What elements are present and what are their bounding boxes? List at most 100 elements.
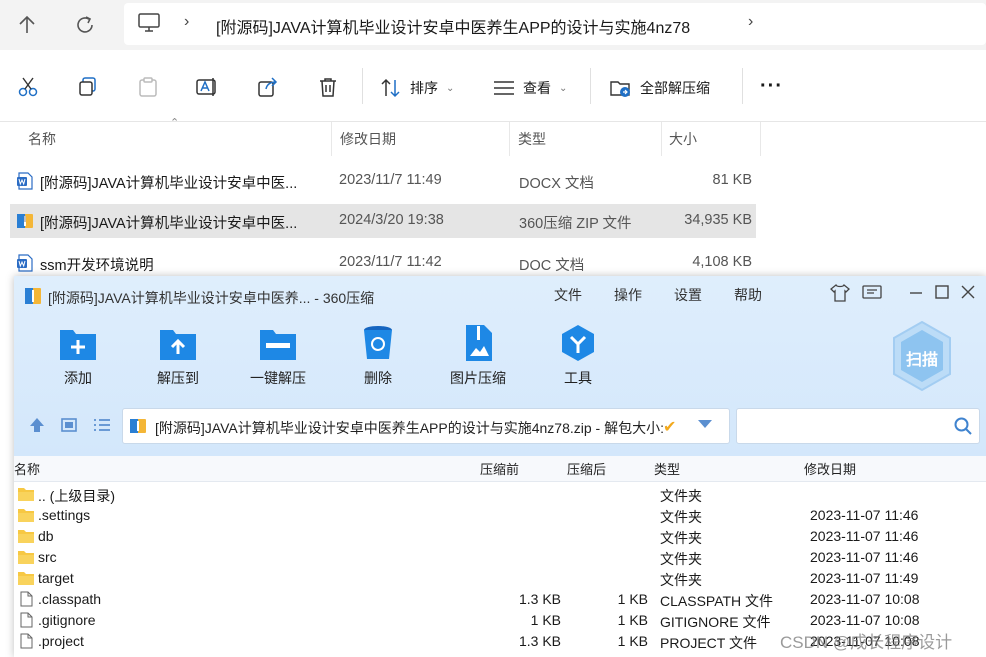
entry-type: CLASSPATH 文件 [660, 593, 774, 609]
minimize-icon[interactable] [908, 284, 924, 305]
extract-to-label: 解压到 [157, 370, 199, 386]
column-header-type[interactable]: 类型 [518, 122, 546, 156]
quick-extract-label: 一键解压 [250, 370, 306, 386]
zip-app-logo-icon [25, 288, 41, 304]
up-level-icon[interactable] [28, 416, 46, 437]
archive-column-type[interactable]: 类型 [654, 458, 680, 482]
recycle-bin-icon [364, 326, 392, 359]
entry-name: .gitignore [38, 612, 96, 628]
toolbar-divider [742, 68, 743, 104]
folder-icon [18, 530, 34, 543]
list-view-icon[interactable] [92, 416, 112, 437]
archive-entry-row[interactable]: src 文件夹 2023-11-07 11:46 [14, 547, 986, 568]
entry-name: .settings [38, 507, 91, 523]
menu-file[interactable]: 文件 [554, 285, 582, 305]
column-header-name[interactable]: 名称 [28, 122, 56, 156]
archive-entry-row[interactable]: .. (上级目录) 文件夹 [14, 484, 986, 505]
file-row[interactable]: [附源码]JAVA计算机毕业设计安卓中医... 2023/11/7 11:49 … [10, 164, 756, 198]
entry-name: .. (上级目录) [38, 488, 115, 504]
extract-all-button[interactable]: 全部解压缩 [610, 76, 710, 100]
view-icon [494, 81, 514, 95]
close-icon[interactable] [960, 284, 976, 305]
file-row[interactable]: ssm开发环境说明 2023/11/7 11:42 DOC 文档 4,108 K… [10, 246, 756, 280]
file-modified: 2023/11/7 11:42 [339, 254, 442, 270]
quick-extract-icon [260, 330, 296, 360]
refresh-icon[interactable] [72, 12, 98, 38]
more-options-icon[interactable]: ··· [760, 76, 783, 96]
menu-help[interactable]: 帮助 [734, 285, 762, 305]
add-icon [60, 330, 96, 360]
column-divider[interactable] [509, 122, 510, 156]
archive-column-before[interactable]: 压缩前 [480, 458, 519, 482]
search-icon[interactable] [953, 416, 973, 436]
skin-shirt-icon[interactable] [830, 283, 850, 307]
cut-icon[interactable] [17, 76, 39, 98]
file-row-selected[interactable]: [附源码]JAVA计算机毕业设计安卓中医... 2024/3/20 19:38 … [10, 204, 756, 238]
menu-operation[interactable]: 操作 [614, 285, 642, 305]
scan-button[interactable]: 扫描 [890, 320, 954, 392]
entry-modified: 2023-11-07 11:46 [810, 507, 919, 523]
column-header-size[interactable]: 大小 [669, 122, 697, 156]
sort-label: 排序 [410, 80, 438, 96]
file-type: 360压缩 ZIP 文件 [519, 216, 632, 232]
address-field[interactable]: › [附源码]JAVA计算机毕业设计安卓中医养生APP的设计与实施4nz78 › [124, 3, 986, 45]
archive-column-after[interactable]: 压缩后 [567, 458, 606, 482]
rename-icon[interactable] [196, 76, 218, 98]
entry-name: target [38, 570, 74, 586]
delete-icon[interactable] [317, 76, 339, 98]
archive-entry-row[interactable]: db 文件夹 2023-11-07 11:46 [14, 526, 986, 547]
column-divider[interactable] [760, 122, 761, 156]
file-name: ssm开发环境说明 [40, 258, 154, 274]
word-document-icon [17, 172, 33, 190]
extract-folder-icon [610, 81, 630, 97]
view-button[interactable]: 查看 ⌄ [493, 76, 567, 100]
file-icon [20, 591, 33, 607]
archive-column-name[interactable]: 名称 [14, 458, 40, 482]
folder-icon [18, 488, 34, 501]
entry-type: 文件夹 [660, 488, 702, 504]
archive-search-input[interactable] [736, 408, 980, 444]
archive-column-modified[interactable]: 修改日期 [804, 458, 856, 482]
image-compress-button[interactable]: 图片压缩 [438, 324, 518, 388]
sort-button[interactable]: 排序 ⌄ [380, 76, 454, 100]
entry-name: .classpath [38, 591, 102, 607]
tools-button[interactable]: 工具 [538, 324, 618, 388]
up-arrow-icon[interactable] [14, 12, 40, 38]
archive-entry-row[interactable]: target 文件夹 2023-11-07 11:49 [14, 568, 986, 589]
archive-path-field[interactable]: [附源码]JAVA计算机毕业设计安卓中医养生APP的设计与实施4nz78.zip… [122, 408, 730, 444]
entry-modified: 2023-11-07 10:08 [810, 612, 920, 628]
zip-window-title: [附源码]JAVA计算机毕业设计安卓中医养... - 360压缩 [48, 290, 375, 306]
folder-icon [18, 509, 34, 522]
sort-ascending-icon: ⌃ [170, 117, 180, 129]
entry-name: db [38, 528, 54, 544]
thumbnail-view-icon[interactable] [60, 416, 78, 437]
paste-icon[interactable] [137, 76, 159, 98]
vip-badge-icon[interactable]: ✔ [663, 417, 676, 437]
menu-settings[interactable]: 设置 [674, 285, 702, 305]
sort-icon [381, 78, 400, 98]
share-icon[interactable] [257, 76, 279, 98]
quick-extract-button[interactable]: 一键解压 [238, 324, 318, 388]
entry-modified: 2023-11-07 11:46 [810, 528, 919, 544]
archive-entry-row[interactable]: .classpath 1.3 KB 1 KB CLASSPATH 文件 2023… [14, 589, 986, 610]
column-divider[interactable] [331, 122, 332, 156]
breadcrumb-chevron-icon[interactable]: › [748, 13, 753, 31]
delete-button[interactable]: 删除 [338, 324, 418, 388]
toolbar-divider [590, 68, 591, 104]
entry-type: 文件夹 [660, 530, 702, 546]
extract-all-label: 全部解压缩 [640, 80, 710, 96]
column-divider[interactable] [661, 122, 662, 156]
breadcrumb-current[interactable]: [附源码]JAVA计算机毕业设计安卓中医养生APP的设计与实施4nz78 [216, 14, 690, 38]
zip-window-header: [附源码]JAVA计算机毕业设计安卓中医养... - 360压缩 文件 操作 设… [14, 276, 986, 456]
csdn-watermark: CSDN @成长程序设计 [780, 633, 953, 652]
maximize-icon[interactable] [934, 284, 950, 305]
folder-icon [18, 551, 34, 564]
extract-to-button[interactable]: 解压到 [138, 324, 218, 388]
feedback-icon[interactable] [862, 284, 882, 307]
dropdown-arrow-icon[interactable] [697, 417, 713, 434]
add-button[interactable]: 添加 [38, 324, 118, 388]
archive-entry-row[interactable]: .settings 文件夹 2023-11-07 11:46 [14, 505, 986, 526]
copy-icon[interactable] [77, 76, 99, 98]
zip-path-row: [附源码]JAVA计算机毕业设计安卓中医养生APP的设计与实施4nz78.zip… [14, 404, 986, 448]
column-header-modified[interactable]: 修改日期 [340, 122, 396, 156]
